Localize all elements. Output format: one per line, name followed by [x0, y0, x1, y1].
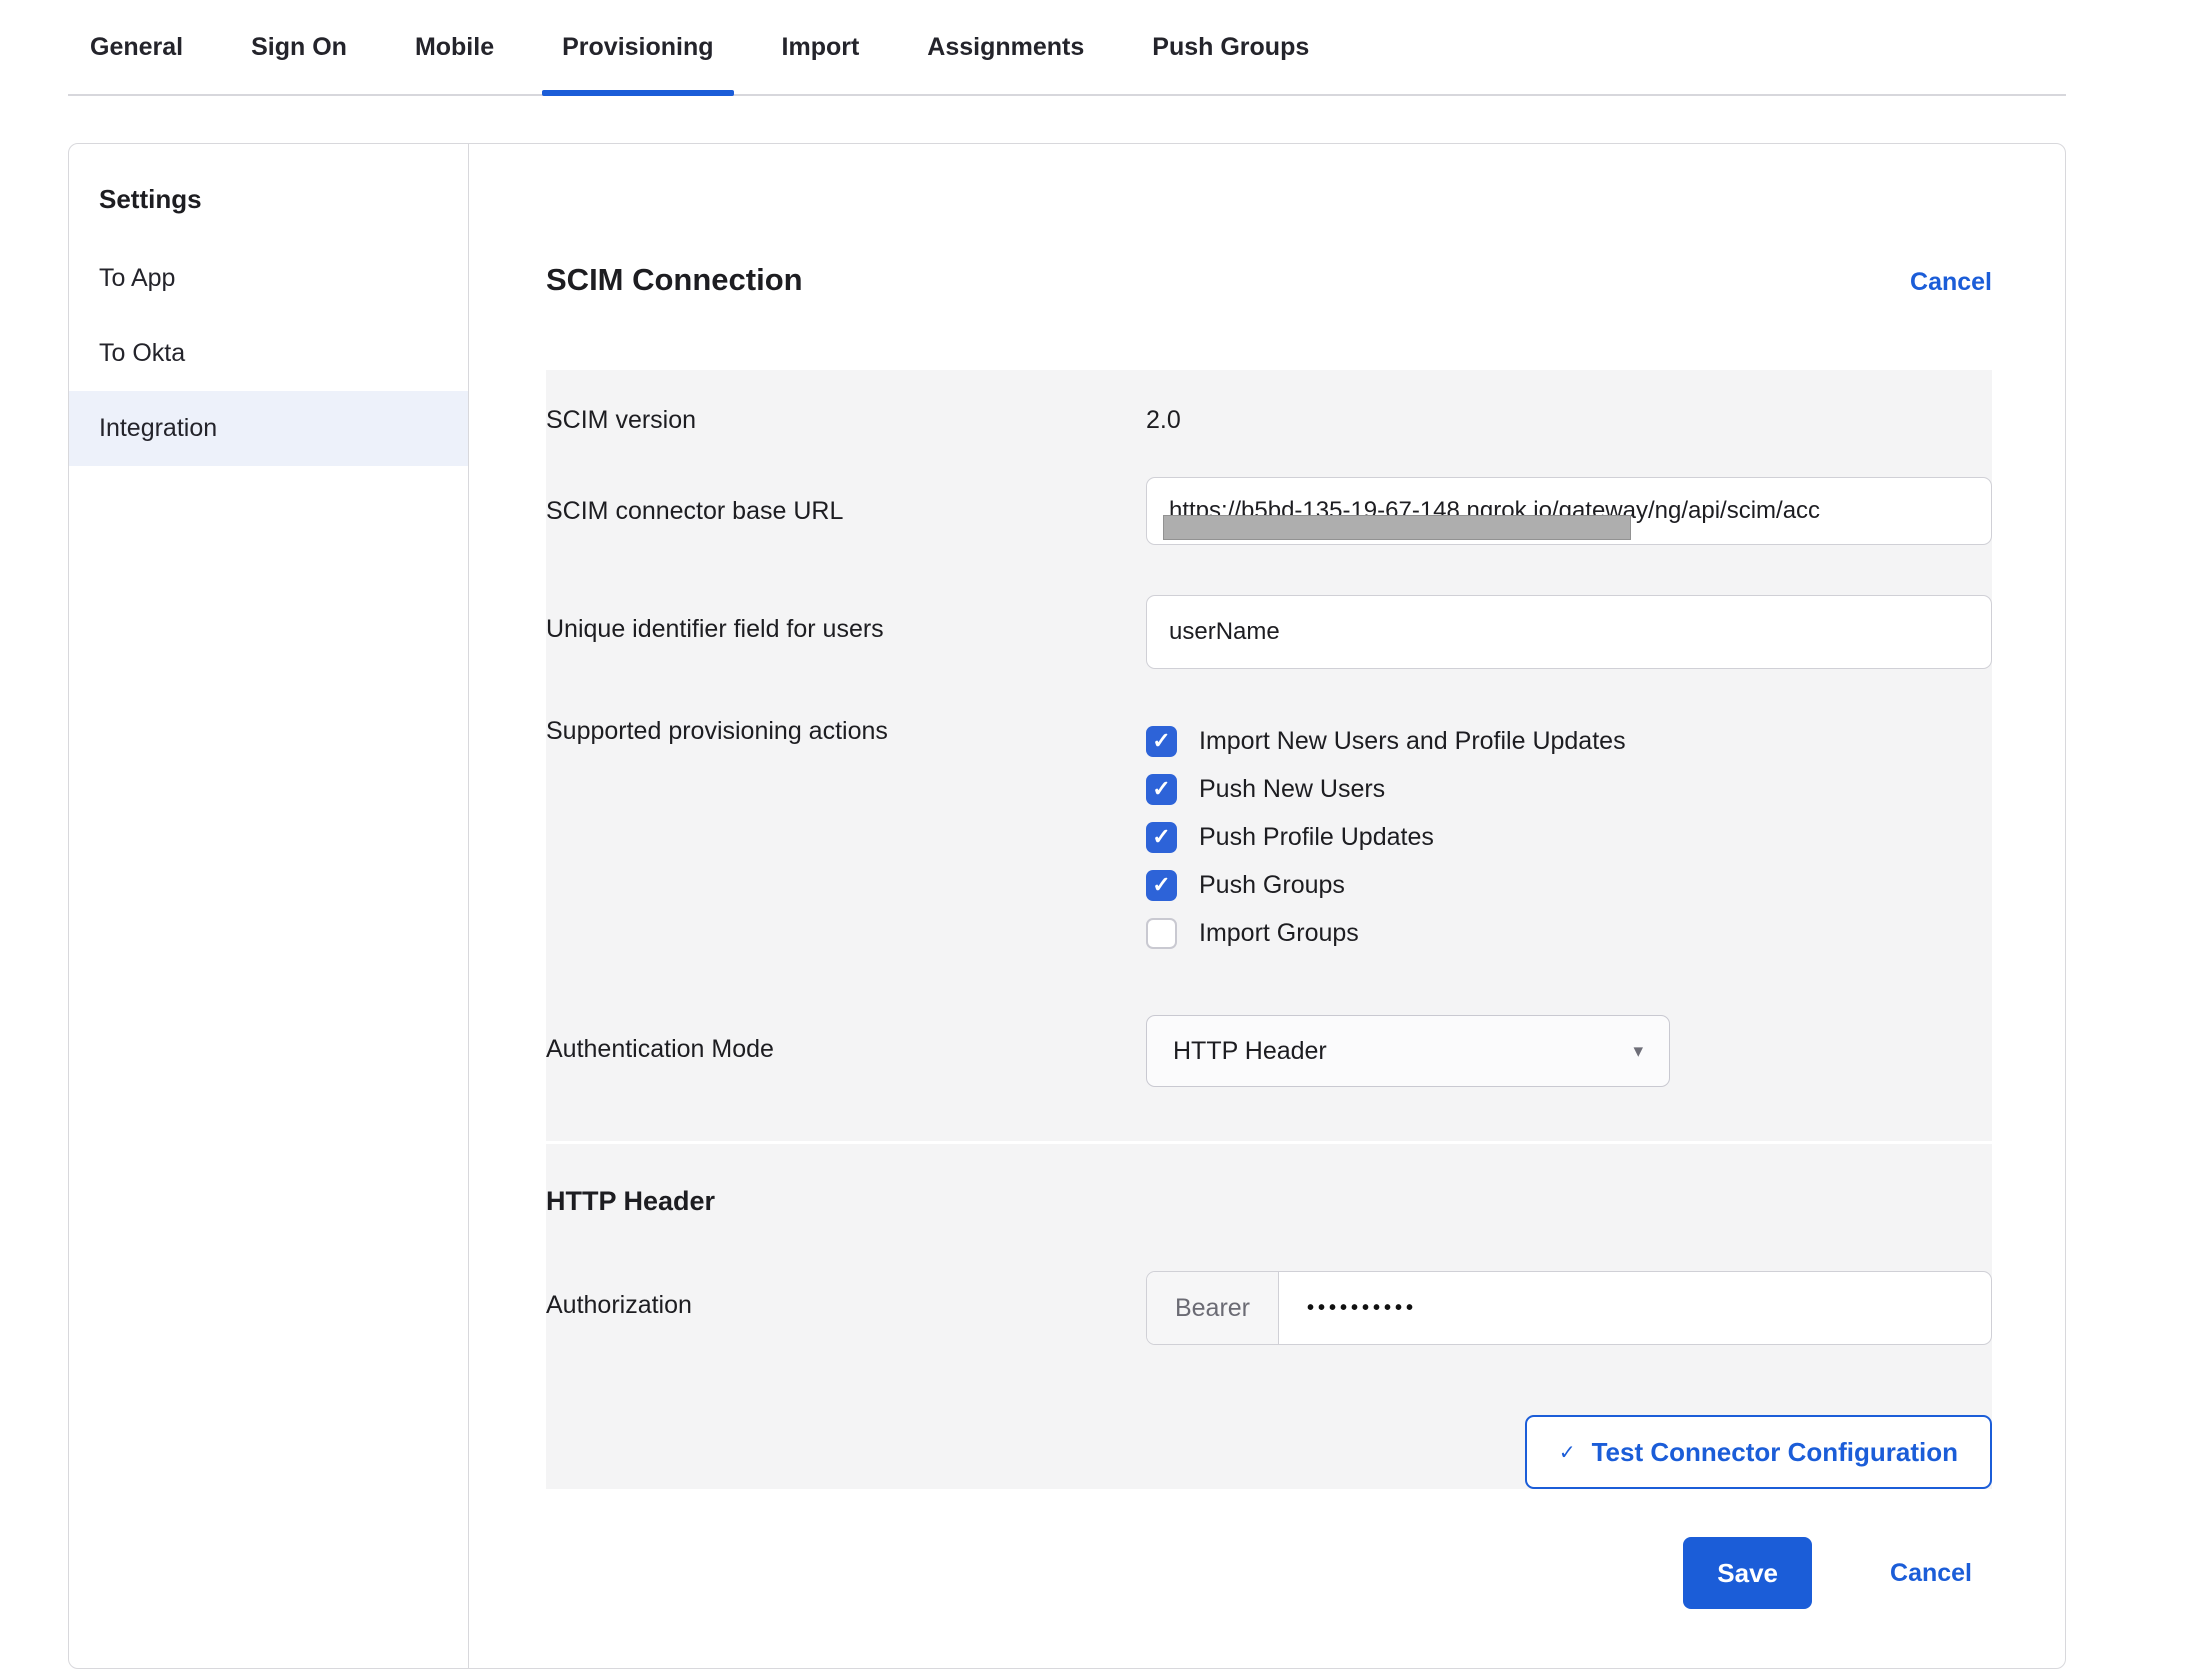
- provisioning-actions-label: Supported provisioning actions: [546, 717, 1146, 746]
- check-icon: ✓: [1152, 874, 1170, 896]
- action-row-import-groups: Import Groups: [1146, 909, 1992, 957]
- checkbox-checked-icon[interactable]: ✓: [1146, 822, 1177, 853]
- tab-sign-on[interactable]: Sign On: [231, 0, 367, 94]
- action-label: Push New Users: [1199, 775, 1385, 804]
- auth-mode-select[interactable]: HTTP Header ▾: [1146, 1015, 1670, 1087]
- bearer-token-masked-value: ••••••••••: [1307, 1297, 1417, 1320]
- unique-id-label: Unique identifier field for users: [546, 595, 1146, 644]
- sidebar-title: Settings: [69, 172, 468, 241]
- tab-mobile[interactable]: Mobile: [395, 0, 514, 94]
- action-label: Push Groups: [1199, 871, 1345, 900]
- scim-version-row: SCIM version 2.0: [546, 388, 1992, 435]
- check-icon: ✓: [1152, 730, 1170, 752]
- sidebar-item-integration[interactable]: Integration: [69, 391, 468, 466]
- test-connector-button[interactable]: ✓ Test Connector Configuration: [1525, 1415, 1992, 1489]
- action-label: Import Groups: [1199, 919, 1359, 948]
- cancel-button[interactable]: Cancel: [1890, 1559, 1972, 1588]
- tab-import[interactable]: Import: [762, 0, 880, 94]
- test-connector-label: Test Connector Configuration: [1592, 1437, 1958, 1468]
- sidebar-item-to-app[interactable]: To App: [69, 241, 468, 316]
- base-url-input[interactable]: https://b5bd-135-19-67-148.ngrok.io/gate…: [1146, 477, 1992, 545]
- http-header-title: HTTP Header: [546, 1186, 1992, 1217]
- authorization-label: Authorization: [546, 1271, 1146, 1320]
- provisioning-actions-row: Supported provisioning actions ✓ Import N…: [546, 717, 1992, 957]
- base-url-row: SCIM connector base URL https://b5bd-135…: [546, 477, 1992, 545]
- checkbox-checked-icon[interactable]: ✓: [1146, 726, 1177, 757]
- auth-mode-label: Authentication Mode: [546, 1015, 1146, 1064]
- cancel-link-top[interactable]: Cancel: [1910, 268, 1992, 297]
- unique-id-row: Unique identifier field for users userNa…: [546, 595, 1992, 669]
- action-row-import-new-users-and-profile-updates: ✓ Import New Users and Profile Updates: [1146, 717, 1992, 765]
- scim-connection-content: SCIM Connection Cancel SCIM version 2.0 …: [469, 144, 2065, 1668]
- action-label: Import New Users and Profile Updates: [1199, 727, 1626, 756]
- check-icon: ✓: [1152, 826, 1170, 848]
- bearer-prefix: Bearer: [1147, 1272, 1279, 1344]
- base-url-label: SCIM connector base URL: [546, 477, 1146, 526]
- scim-settings-panel: SCIM version 2.0 SCIM connector base URL…: [546, 370, 1992, 1141]
- checkbox-checked-icon[interactable]: ✓: [1146, 870, 1177, 901]
- auth-mode-row: Authentication Mode HTTP Header ▾: [546, 1015, 1992, 1087]
- tab-push-groups[interactable]: Push Groups: [1132, 0, 1329, 94]
- test-connector-row: ✓ Test Connector Configuration: [546, 1415, 1992, 1489]
- check-icon: ✓: [1559, 1440, 1576, 1465]
- sidebar-item-to-okta[interactable]: To Okta: [69, 316, 468, 391]
- provisioning-actions-list: ✓ Import New Users and Profile Updates ✓ Pu…: [1146, 717, 1992, 957]
- scim-version-value: 2.0: [1146, 406, 1992, 435]
- form-footer: Save Cancel: [546, 1537, 1992, 1609]
- http-header-panel: HTTP Header Authorization Bearer •••••••…: [546, 1144, 1992, 1489]
- provisioning-card: Settings To AppTo OktaIntegration SCIM C…: [68, 143, 2066, 1669]
- checkbox-unchecked-icon[interactable]: [1146, 918, 1177, 949]
- authorization-row: Authorization Bearer ••••••••••: [546, 1271, 1992, 1345]
- check-icon: ✓: [1152, 778, 1170, 800]
- redaction-bar: [1163, 515, 1631, 540]
- app-tabbar: General Sign On Mobile Provisioning Import As…: [68, 0, 2066, 96]
- bearer-token-input[interactable]: ••••••••••: [1279, 1272, 1991, 1344]
- tab-general[interactable]: General: [70, 0, 203, 94]
- tab-provisioning[interactable]: Provisioning: [542, 0, 733, 94]
- content-header: SCIM Connection Cancel: [546, 262, 1992, 298]
- action-label: Push Profile Updates: [1199, 823, 1434, 852]
- action-row-push-new-users: ✓ Push New Users: [1146, 765, 1992, 813]
- unique-id-value: userName: [1169, 618, 1280, 646]
- checkbox-checked-icon[interactable]: ✓: [1146, 774, 1177, 805]
- save-button[interactable]: Save: [1683, 1537, 1812, 1609]
- page-title: SCIM Connection: [546, 262, 803, 298]
- settings-sidebar: Settings To AppTo OktaIntegration: [69, 144, 469, 1668]
- action-row-push-profile-updates: ✓ Push Profile Updates: [1146, 813, 1992, 861]
- scim-version-label: SCIM version: [546, 406, 1146, 435]
- authorization-input-group: Bearer ••••••••••: [1146, 1271, 1992, 1345]
- chevron-down-icon: ▾: [1633, 1040, 1643, 1063]
- action-row-push-groups: ✓ Push Groups: [1146, 861, 1992, 909]
- tab-assignments[interactable]: Assignments: [907, 0, 1104, 94]
- auth-mode-value: HTTP Header: [1173, 1037, 1327, 1066]
- unique-id-input[interactable]: userName: [1146, 595, 1992, 669]
